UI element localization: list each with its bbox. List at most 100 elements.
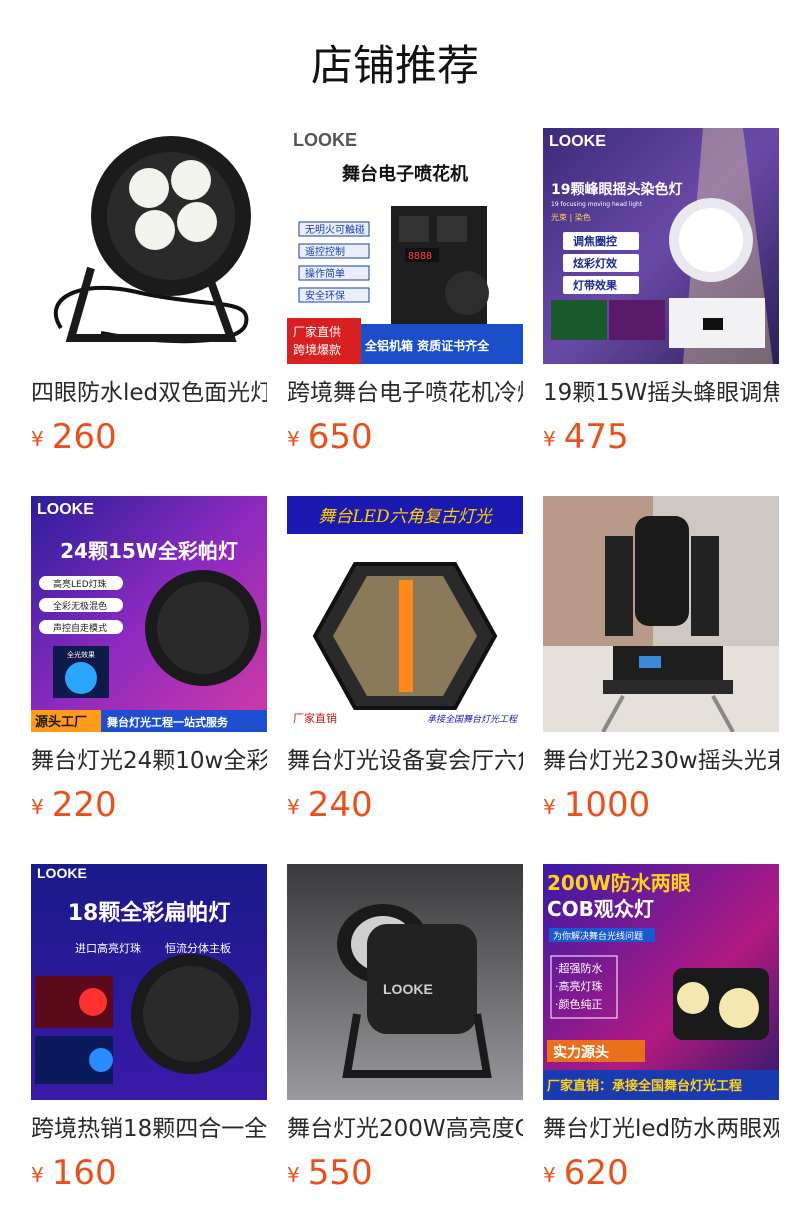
product-card[interactable]: LOOKE 舞台灯光200W高亮度COB面光灯 ¥550	[287, 864, 523, 1199]
svg-text:调焦圈控: 调焦圈控	[573, 234, 617, 248]
product-name[interactable]: 舞台灯光200W高亮度COB面光灯	[287, 1112, 523, 1146]
svg-text:进口高亮灯珠: 进口高亮灯珠	[75, 941, 141, 955]
product-image[interactable]: LOOKE 舞台电子喷花机 无明火可触碰 遥控控制 操作简单 安全环保 8888…	[287, 128, 523, 364]
product-image[interactable]: LOOKE	[287, 864, 523, 1100]
two-eye-audience-light-image: 200W防水两眼 COB观众灯 为你解决舞台光线问题 ·超强防水 ·高亮灯珠 ·…	[543, 864, 779, 1100]
product-name[interactable]: 舞台灯光led防水两眼观众灯	[543, 1112, 779, 1146]
currency-symbol: ¥	[543, 795, 556, 819]
currency-symbol: ¥	[287, 427, 300, 451]
product-image[interactable]: 舞台LED六角复古灯光 厂家直销 承接全国舞台灯光工程	[287, 496, 523, 732]
image-headline: 19颗峰眼摇头染色灯	[551, 181, 682, 198]
svg-text:19 focusing moving head light: 19 focusing moving head light	[551, 201, 643, 208]
product-card[interactable]: 200W防水两眼 COB观众灯 为你解决舞台光线问题 ·超强防水 ·高亮灯珠 ·…	[543, 864, 779, 1199]
product-image[interactable]	[543, 496, 779, 732]
rgbw-par-24-image: LOOKE 24颗15W全彩帕灯 高亮LED灯珠 全彩无极混色 声控自走模式 全…	[31, 496, 267, 732]
svg-text:全彩无极混色: 全彩无极混色	[53, 600, 107, 612]
product-price: ¥160	[31, 1150, 117, 1196]
hexagon-retro-light-image: 舞台LED六角复古灯光 厂家直销 承接全国舞台灯光工程	[287, 496, 523, 732]
svg-text:承接全国舞台灯光工程: 承接全国舞台灯光工程	[427, 714, 518, 725]
product-price: ¥260	[31, 414, 117, 460]
product-image[interactable]: LOOKE 19颗峰眼摇头染色灯 19 focusing moving head…	[543, 128, 779, 364]
svg-text:COB观众灯: COB观众灯	[547, 897, 654, 921]
product-name[interactable]: 19颗15W摇头蜂眼调焦染色灯	[543, 376, 779, 410]
product-card[interactable]: 舞台灯光230w摇头光束灯 ¥1000	[543, 496, 779, 831]
product-card[interactable]: LOOKE 舞台电子喷花机 无明火可触碰 遥控控制 操作简单 安全环保 8888…	[287, 128, 523, 463]
svg-text:全光效果: 全光效果	[67, 650, 95, 659]
svg-text:光束 | 染色: 光束 | 染色	[551, 212, 591, 222]
svg-text:全铝机箱 资质证书齐全: 全铝机箱 资质证书齐全	[364, 338, 490, 353]
currency-symbol: ¥	[287, 1163, 300, 1187]
price-value: 220	[51, 785, 117, 825]
product-card[interactable]: LOOKE 18颗全彩扁帕灯 进口高亮灯珠 恒流分体主板 跨境热销18颗四合一全…	[31, 864, 267, 1199]
product-price: ¥240	[287, 782, 373, 828]
product-image[interactable]: 200W防水两眼 COB观众灯 为你解决舞台光线问题 ·超强防水 ·高亮灯珠 ·…	[543, 864, 779, 1100]
image-headline: 24颗15W全彩帕灯	[60, 539, 238, 563]
svg-text:实力源头: 实力源头	[553, 1044, 609, 1061]
price-value: 1000	[563, 785, 651, 825]
bee-eye-moving-head-image: LOOKE 19颗峰眼摇头染色灯 19 focusing moving head…	[543, 128, 779, 364]
product-card[interactable]: LOOKE 24颗15W全彩帕灯 高亮LED灯珠 全彩无极混色 声控自走模式 全…	[31, 496, 267, 831]
svg-text:灯带效果: 灯带效果	[573, 278, 617, 292]
svg-text:源头工厂: 源头工厂	[35, 714, 87, 730]
svg-text:·高亮灯珠: ·高亮灯珠	[555, 979, 603, 993]
price-value: 550	[307, 1153, 373, 1193]
currency-symbol: ¥	[543, 427, 556, 451]
currency-symbol: ¥	[31, 427, 44, 451]
currency-symbol: ¥	[543, 1163, 556, 1187]
image-brand: LOOKE	[383, 981, 433, 997]
svg-text:操作简单: 操作简单	[305, 267, 345, 280]
currency-symbol: ¥	[31, 1163, 44, 1187]
product-image[interactable]	[31, 128, 267, 364]
currency-symbol: ¥	[287, 795, 300, 819]
product-price: ¥650	[287, 414, 373, 460]
image-brand: LOOKE	[293, 130, 357, 150]
svg-text:无明火可触碰: 无明火可触碰	[305, 223, 365, 236]
beam-230-moving-head-image	[543, 496, 779, 732]
cold-spark-machine-image: LOOKE 舞台电子喷花机 无明火可触碰 遥控控制 操作简单 安全环保 8888…	[287, 128, 523, 364]
product-name[interactable]: 舞台灯光24颗10w全彩帕灯	[31, 744, 267, 778]
product-name[interactable]: 跨境热销18颗四合一全彩扁帕灯	[31, 1112, 267, 1146]
svg-text:厂家直销: 厂家直销	[293, 711, 337, 725]
cob-200w-light-image: LOOKE	[287, 864, 523, 1100]
product-image[interactable]: LOOKE 18颗全彩扁帕灯 进口高亮灯珠 恒流分体主板	[31, 864, 267, 1100]
svg-text:为你解决舞台光线问题: 为你解决舞台光线问题	[553, 930, 643, 942]
product-price: ¥475	[543, 414, 629, 460]
product-grid: 四眼防水led双色面光灯 ¥260 LOOKE 舞台电子喷花机 无明火可触碰 遥…	[0, 0, 790, 1232]
product-image[interactable]: LOOKE 24颗15W全彩帕灯 高亮LED灯珠 全彩无极混色 声控自走模式 全…	[31, 496, 267, 732]
product-card[interactable]: 四眼防水led双色面光灯 ¥260	[31, 128, 267, 463]
product-price: ¥620	[543, 1150, 629, 1196]
image-headline: 舞台LED六角复古灯光	[318, 507, 493, 527]
price-value: 160	[51, 1153, 117, 1193]
image-display: 8888	[408, 251, 432, 262]
product-name[interactable]: 舞台灯光设备宴会厅六角复古灯	[287, 744, 523, 778]
image-brand: LOOKE	[37, 865, 87, 881]
price-value: 620	[563, 1153, 629, 1193]
svg-text:舞台灯光工程一站式服务: 舞台灯光工程一站式服务	[107, 715, 229, 729]
product-price: ¥220	[31, 782, 117, 828]
svg-text:遥控控制: 遥控控制	[305, 245, 345, 258]
price-value: 240	[307, 785, 373, 825]
svg-text:炫彩灯效: 炫彩灯效	[573, 256, 618, 270]
four-eye-par-light-image	[31, 128, 267, 364]
svg-text:跨境爆款: 跨境爆款	[293, 342, 341, 357]
image-brand: LOOKE	[549, 133, 606, 150]
image-headline: 18颗全彩扁帕灯	[68, 900, 231, 926]
svg-text:厂家直供: 厂家直供	[293, 324, 341, 339]
svg-text:厂家直销：承接全国舞台灯光工程: 厂家直销：承接全国舞台灯光工程	[547, 1078, 742, 1094]
flat-par-18-image: LOOKE 18颗全彩扁帕灯 进口高亮灯珠 恒流分体主板	[31, 864, 267, 1100]
price-value: 650	[307, 417, 373, 457]
svg-text:安全环保: 安全环保	[305, 289, 345, 302]
product-price: ¥1000	[543, 782, 650, 828]
svg-text:·颜色纯正: ·颜色纯正	[555, 997, 603, 1011]
product-name[interactable]: 舞台灯光230w摇头光束灯	[543, 744, 779, 778]
product-name[interactable]: 跨境舞台电子喷花机冷焰火	[287, 376, 523, 410]
currency-symbol: ¥	[31, 795, 44, 819]
price-value: 475	[563, 417, 629, 457]
product-price: ¥550	[287, 1150, 373, 1196]
image-headline: 舞台电子喷花机	[342, 163, 468, 185]
product-card[interactable]: LOOKE 19颗峰眼摇头染色灯 19 focusing moving head…	[543, 128, 779, 463]
product-name[interactable]: 四眼防水led双色面光灯	[31, 376, 267, 410]
product-card[interactable]: 舞台LED六角复古灯光 厂家直销 承接全国舞台灯光工程 舞台灯光设备宴会厅六角复…	[287, 496, 523, 831]
image-brand: LOOKE	[37, 501, 94, 518]
image-headline: 200W防水两眼	[547, 871, 691, 895]
